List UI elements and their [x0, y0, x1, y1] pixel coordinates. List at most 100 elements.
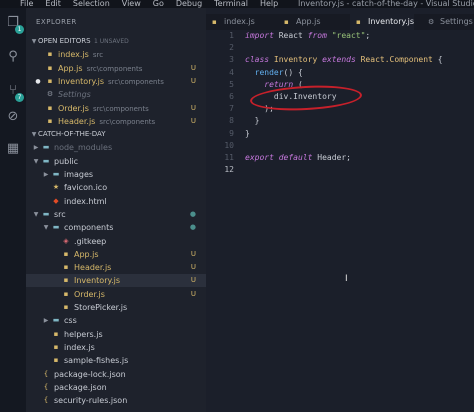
folder-item[interactable]: ▼ ▬ public — [26, 155, 206, 168]
item-name: index.html — [64, 196, 107, 206]
search-icon[interactable]: ⚲ — [4, 48, 22, 66]
line-number: 12 — [224, 165, 234, 175]
folder-item[interactable]: ▼ ▬ components ● — [26, 221, 206, 234]
js-icon: ▪ — [63, 263, 69, 272]
folder-item[interactable]: ▼ ▬ src ● — [26, 208, 206, 221]
menu-file[interactable]: File — [20, 0, 33, 8]
open-editor-item[interactable]: ▪ Header.js src\components U — [26, 115, 206, 128]
code-line[interactable]: render() { — [245, 67, 473, 79]
line-number: 4 — [229, 67, 234, 77]
folder-item[interactable]: ▶ ▬ images — [26, 168, 206, 181]
settings-icon: ⚙ — [428, 18, 435, 26]
git-status: U — [190, 249, 196, 258]
json-icon: { — [43, 369, 49, 378]
file-path: src\components — [92, 104, 149, 113]
extensions-icon[interactable]: ▦ — [4, 140, 22, 158]
file-item[interactable]: ▪ StorePicker.js — [26, 301, 206, 314]
menu-view[interactable]: View — [122, 0, 141, 8]
code-token: } — [245, 116, 260, 126]
chevron-right-icon: ▶ — [43, 317, 49, 325]
open-editors-section[interactable]: ▼ OPEN EDITORS 1 UNSAVED — [26, 35, 206, 48]
item-name: public — [54, 156, 79, 166]
tab-app-js[interactable]: ▪ App.js — [278, 14, 321, 30]
code-line[interactable]: class Inventory extends React.Component … — [245, 54, 473, 66]
js-icon: ▪ — [356, 18, 361, 26]
settings-icon: ⚙ — [46, 90, 54, 99]
code-line[interactable] — [245, 140, 473, 152]
open-editor-item[interactable]: ▪ index.js src — [26, 48, 206, 61]
chevron-down-icon: ▼ — [33, 210, 39, 218]
json-icon: { — [43, 396, 49, 405]
code-line[interactable]: import React from "react"; — [245, 30, 473, 42]
tab-label: Settings — [440, 17, 473, 26]
js-icon: ▪ — [47, 76, 53, 85]
chevron-down-icon: ▼ — [43, 224, 49, 232]
folder-item[interactable]: ▶ ▬ css — [26, 314, 206, 327]
files-icon[interactable]: ❐ 1 — [4, 14, 24, 34]
tab-settings[interactable]: ⚙ Settings — [422, 14, 473, 30]
menu-selection[interactable]: Selection — [73, 0, 110, 8]
code-line[interactable] — [245, 42, 473, 54]
menu-bar: File Edit Selection View Go Debug Terminal Help… — [0, 0, 474, 8]
js-icon: ▪ — [63, 303, 69, 311]
js-icon: ▪ — [53, 329, 59, 338]
code-line[interactable]: } — [245, 115, 473, 127]
source-control-icon[interactable]: ⑂ 7 — [4, 82, 24, 102]
item-name: Inventory.js — [74, 276, 121, 286]
html-icon: ◆ — [53, 196, 59, 205]
file-item[interactable]: ▪ helpers.js — [26, 328, 206, 341]
menu-debug[interactable]: Debug — [176, 0, 202, 8]
unsaved-count: 1 UNSAVED — [94, 38, 129, 45]
file-item[interactable]: ◈ .gitkeep — [26, 235, 206, 248]
item-name: src — [54, 209, 66, 219]
open-editor-item[interactable]: ⚙ Settings — [26, 88, 206, 101]
code-token: Header; — [312, 152, 351, 162]
git-status: U — [190, 276, 196, 285]
open-editor-item[interactable]: ▪ App.js src\components U — [26, 62, 206, 75]
item-name: favicon.ico — [64, 183, 108, 193]
file-item[interactable]: {package-lock.json — [26, 368, 206, 381]
git-status: U — [190, 289, 196, 298]
file-item[interactable]: ▪ Header.js U — [26, 261, 206, 274]
file-item[interactable]: ★ favicon.ico — [26, 181, 206, 194]
code-token: () { — [283, 67, 303, 77]
code-line[interactable]: } — [245, 128, 473, 140]
file-item[interactable]: ◆ index.html — [26, 195, 206, 208]
code-token: ; — [365, 31, 371, 40]
code-token: React — [273, 31, 308, 40]
file-path: src\components — [108, 77, 164, 86]
file-item[interactable]: {security-rules.json — [26, 394, 206, 407]
item-name: package.json — [54, 382, 107, 392]
open-editor-item[interactable]: ▪ Order.js src\components U — [26, 102, 206, 115]
code-line[interactable]: export default Header; — [245, 152, 473, 164]
file-item[interactable]: ▪ index.js — [26, 341, 206, 354]
tab-inventory-js[interactable]: ▪ Inventory.js — [350, 14, 415, 30]
file-item[interactable]: {package.json — [26, 381, 206, 394]
chevron-down-icon: ▼ — [31, 131, 37, 139]
js-icon: ▪ — [63, 249, 69, 258]
code-token: extends — [322, 55, 356, 65]
project-section[interactable]: ▼ CATCH-OF-THE-DAY — [26, 128, 206, 141]
menu-help[interactable]: Help — [260, 0, 278, 8]
file-item[interactable]: ▪ sample-fishes.js — [26, 354, 206, 367]
file-path: src\components — [86, 64, 143, 73]
file-item[interactable]: ▪ Order.js U — [26, 288, 206, 301]
code-token: export — [245, 152, 274, 162]
file-item[interactable]: ▪ App.js U — [26, 248, 206, 261]
menu-edit[interactable]: Edit — [45, 0, 61, 8]
open-editor-item[interactable]: ● ▪ Inventory.js src\components U — [26, 75, 206, 88]
menu-terminal[interactable]: Terminal — [214, 0, 248, 8]
menu-go[interactable]: Go — [153, 0, 164, 8]
folder-icon: ▬ — [52, 170, 60, 178]
file-name: Order.js src\components — [58, 103, 149, 113]
item-name: components — [64, 223, 114, 233]
file-item[interactable]: ▪ Inventory.js U — [26, 274, 206, 288]
editor-area[interactable]: ▪ index.js ▪ App.js ▪ Inventory.js ⚙ Settings 1… — [206, 8, 474, 412]
tab-index-js[interactable]: ▪ index.js — [206, 14, 255, 30]
code-token: import — [245, 31, 274, 40]
debug-icon[interactable]: ⊘ — [4, 108, 22, 126]
line-number: 10 — [224, 140, 234, 150]
folder-item[interactable]: ▶ ▬ node_modules — [26, 141, 206, 154]
code-line[interactable] — [245, 164, 473, 176]
git-status: ● — [189, 209, 196, 218]
